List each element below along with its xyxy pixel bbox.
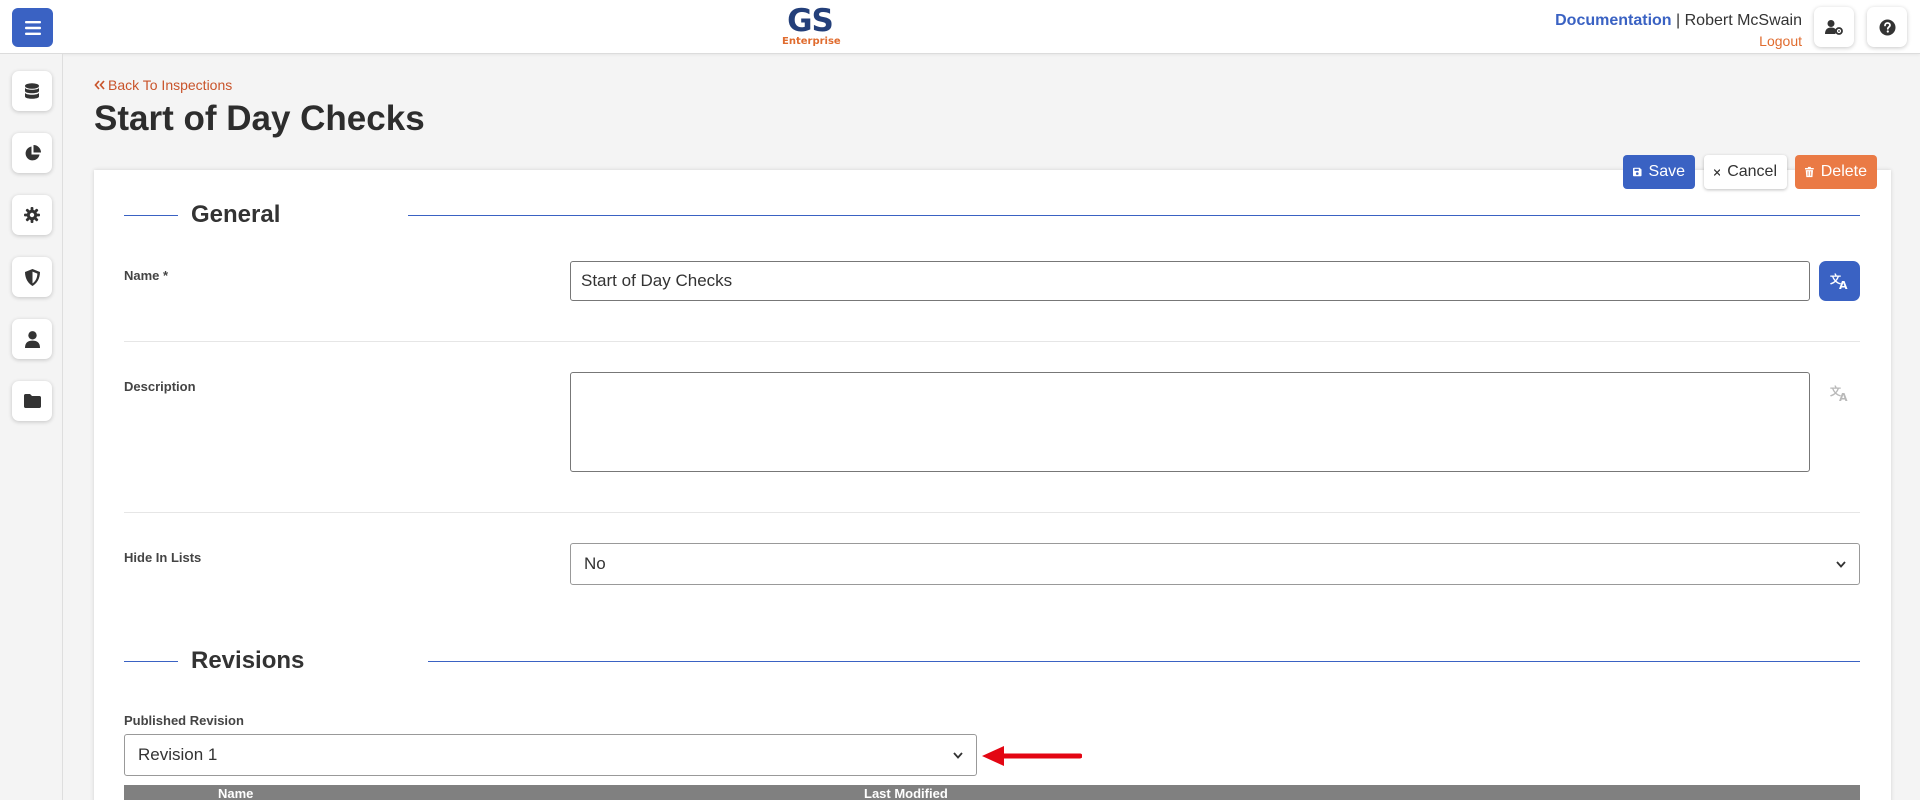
cancel-button[interactable]: Cancel: [1704, 155, 1787, 189]
save-label: Save: [1648, 163, 1685, 180]
pie-chart-icon: [25, 144, 41, 160]
section-line-right: [408, 215, 1860, 216]
hide-in-lists-select[interactable]: No: [570, 543, 1860, 585]
hide-in-lists-label: Hide In Lists: [124, 550, 202, 565]
sidebar-item-files[interactable]: [12, 381, 52, 421]
logo-main: GS: [787, 3, 834, 39]
logo[interactable]: GS Enterprise: [782, 3, 841, 48]
delete-button[interactable]: Delete: [1795, 155, 1877, 189]
revisions-section-header: Revisions: [124, 646, 1860, 676]
chevron-down-icon: [1836, 560, 1846, 568]
shield-icon: [24, 268, 40, 286]
revisions-table-header: Name Last Modified: [124, 785, 1860, 800]
sidebar-item-security[interactable]: [12, 257, 52, 297]
section-line-left: [124, 215, 178, 216]
database-icon: [25, 82, 39, 99]
trash-icon: [1805, 166, 1814, 178]
published-revision-value: Revision 1: [138, 745, 218, 764]
gear-icon: [24, 207, 40, 223]
user-area: Documentation | Robert McSwain Logout: [1555, 11, 1802, 52]
help-button[interactable]: [1867, 7, 1907, 47]
column-header-last-modified[interactable]: Last Modified: [864, 786, 948, 800]
name-input[interactable]: [570, 261, 1810, 301]
name-label: Name *: [124, 268, 169, 283]
save-button[interactable]: Save: [1623, 155, 1695, 189]
user-icon: [24, 330, 40, 348]
translate-button[interactable]: 文 A: [1819, 261, 1860, 301]
general-section-title: General: [187, 200, 285, 230]
published-revision-label: Published Revision: [124, 713, 244, 728]
description-textarea[interactable]: [570, 372, 1810, 472]
column-header-name[interactable]: Name: [218, 786, 253, 800]
sidebar-item-users[interactable]: [12, 319, 52, 359]
translate-icon: 文 A: [1830, 384, 1848, 402]
sidebar-item-database[interactable]: [12, 71, 52, 111]
row-divider: [124, 341, 1860, 342]
user-gear-icon: [1825, 20, 1843, 35]
chevron-down-icon: [953, 751, 963, 759]
row-divider: [124, 512, 1860, 513]
translate-disabled-icon: 文 A: [1826, 381, 1854, 405]
hide-in-lists-value: No: [584, 554, 606, 573]
menu-button[interactable]: [12, 8, 53, 47]
general-section-header: General: [124, 200, 1860, 230]
cancel-label: Cancel: [1727, 163, 1777, 180]
sidebar: [0, 54, 63, 800]
red-arrow-annotation: [982, 746, 1082, 766]
top-bar: GS Enterprise Documentation | Robert McS…: [0, 0, 1920, 54]
close-icon: [1714, 168, 1721, 176]
logout-link[interactable]: Logout: [1759, 33, 1802, 49]
folder-icon: [23, 394, 41, 408]
page-title: Start of Day Checks: [94, 99, 425, 138]
logo-sub: Enterprise: [782, 36, 841, 47]
question-circle-icon: [1879, 19, 1895, 35]
revisions-section-title: Revisions: [187, 646, 309, 676]
svg-text:A: A: [1839, 391, 1848, 402]
floppy-disk-icon: [1633, 167, 1642, 177]
documentation-link[interactable]: Documentation: [1555, 12, 1671, 29]
sidebar-item-settings[interactable]: [12, 195, 52, 235]
description-label: Description: [124, 379, 196, 394]
published-revision-select[interactable]: Revision 1: [124, 734, 977, 776]
svg-text:A: A: [1839, 279, 1848, 290]
section-line-right: [428, 661, 1860, 662]
header-separator: |: [1676, 12, 1681, 29]
double-chevron-left-icon: [94, 80, 105, 90]
back-link-label: Back To Inspections: [108, 77, 233, 93]
back-to-inspections-link[interactable]: Back To Inspections: [94, 77, 232, 93]
hamburger-icon: [24, 20, 41, 35]
delete-label: Delete: [1820, 163, 1867, 180]
translate-icon: 文 A: [1830, 272, 1848, 290]
user-settings-button[interactable]: [1814, 7, 1854, 47]
user-name: Robert McSwain: [1684, 12, 1802, 29]
section-line-left: [124, 661, 178, 662]
sidebar-item-reports[interactable]: [12, 133, 52, 173]
